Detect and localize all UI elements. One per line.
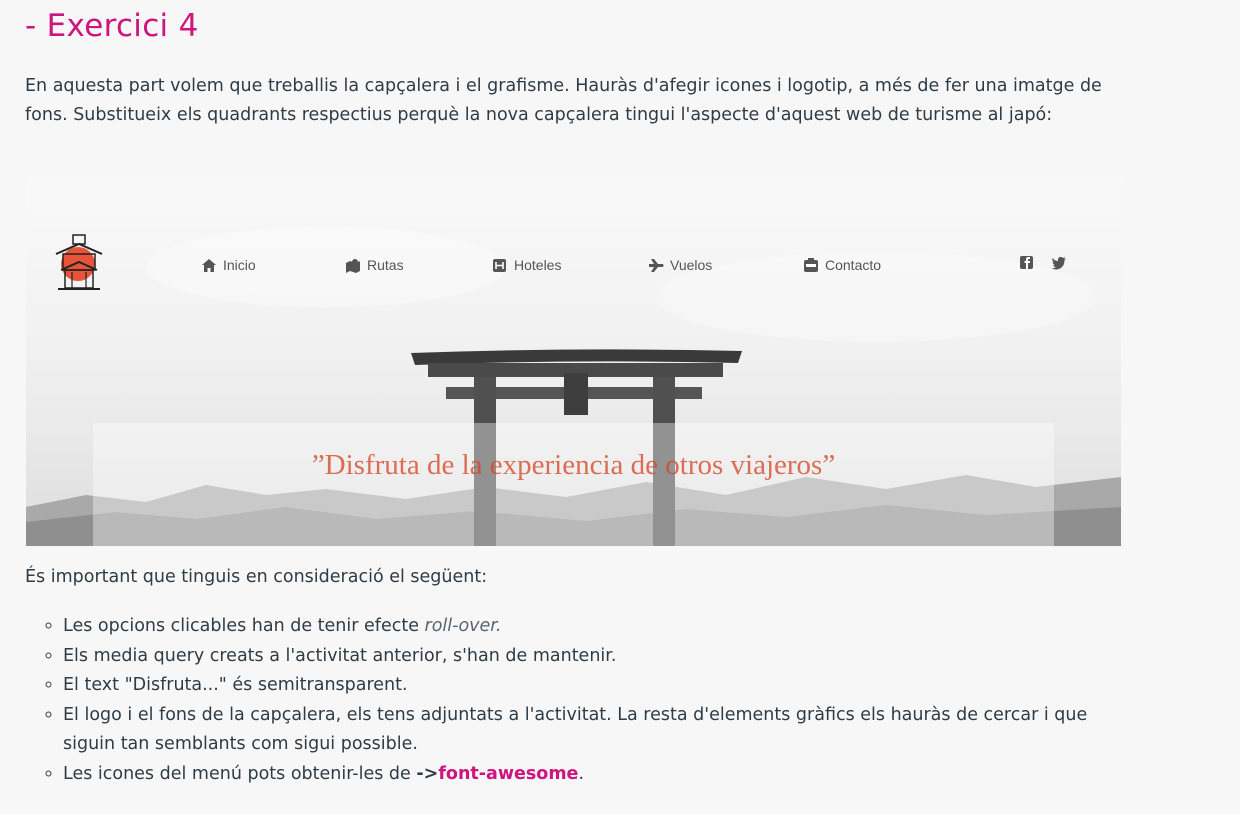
page-title: - Exercici 4 — [25, 8, 199, 44]
nav-item-hoteles[interactable]: Hoteles — [492, 255, 561, 275]
nav-item-inicio[interactable]: Inicio — [201, 255, 256, 275]
contact-icon — [804, 257, 818, 272]
temple-logo[interactable] — [48, 232, 110, 294]
intro-paragraph: En aquesta part volem que treballis la c… — [25, 76, 1102, 125]
slogan-banner — [93, 423, 1054, 546]
plane-icon — [649, 258, 664, 272]
note-text: Les opcions clicables han de tenir efect… — [63, 616, 425, 636]
nav-label: Rutas — [367, 257, 404, 273]
note-text: El text "Disfruta..." és semitransparent… — [63, 675, 408, 695]
note-text: Les icones del menú pots obtenir-les de — [63, 763, 417, 784]
nav-item-vuelos[interactable]: Vuelos — [648, 255, 712, 275]
list-item: El logo i el fons de la capçalera, els t… — [63, 701, 1143, 760]
header-preview-image: Inicio Rutas Hoteles Vuelos Contacto ”Di… — [26, 177, 1121, 546]
home-icon — [202, 258, 216, 272]
arrow-text: -> — [416, 763, 439, 784]
hotel-icon — [493, 258, 506, 272]
nav-label: Hoteles — [514, 257, 562, 273]
facebook-icon[interactable] — [1019, 255, 1035, 271]
font-awesome-link[interactable]: font-awesome — [438, 764, 578, 784]
nav-label: Inicio — [223, 257, 256, 273]
nav-label: Vuelos — [670, 257, 713, 273]
page: - Exercici 4 En aquesta part volem que t… — [0, 0, 1240, 814]
twitter-icon[interactable] — [1051, 255, 1067, 271]
note-text: . — [578, 763, 585, 784]
list-item: Les icones del menú pots obtenir-les de … — [63, 760, 1143, 790]
list-item: Les opcions clicables han de tenir efect… — [63, 612, 1143, 642]
map-icon — [346, 258, 360, 273]
nav-item-contacto[interactable]: Contacto — [803, 255, 881, 275]
nav-label: Contacto — [825, 257, 882, 273]
list-item: Els media query creats a l'activitat ant… — [63, 642, 1143, 672]
note-emphasis: roll-over. — [424, 616, 502, 636]
note-text: Els media query creats a l'activitat ant… — [63, 645, 617, 666]
slogan-text: ”Disfruta de la experiencia de otros via… — [311, 449, 836, 481]
list-item: El text "Disfruta..." és semitransparent… — [63, 671, 1143, 701]
nav-item-rutas[interactable]: Rutas — [345, 255, 404, 275]
considerations-list: Les opcions clicables han de tenir efect… — [25, 612, 1143, 789]
note-text: El logo i el fons de la capçalera, els t… — [63, 704, 1088, 755]
considerations-heading: És important que tinguis en consideració… — [25, 567, 488, 587]
